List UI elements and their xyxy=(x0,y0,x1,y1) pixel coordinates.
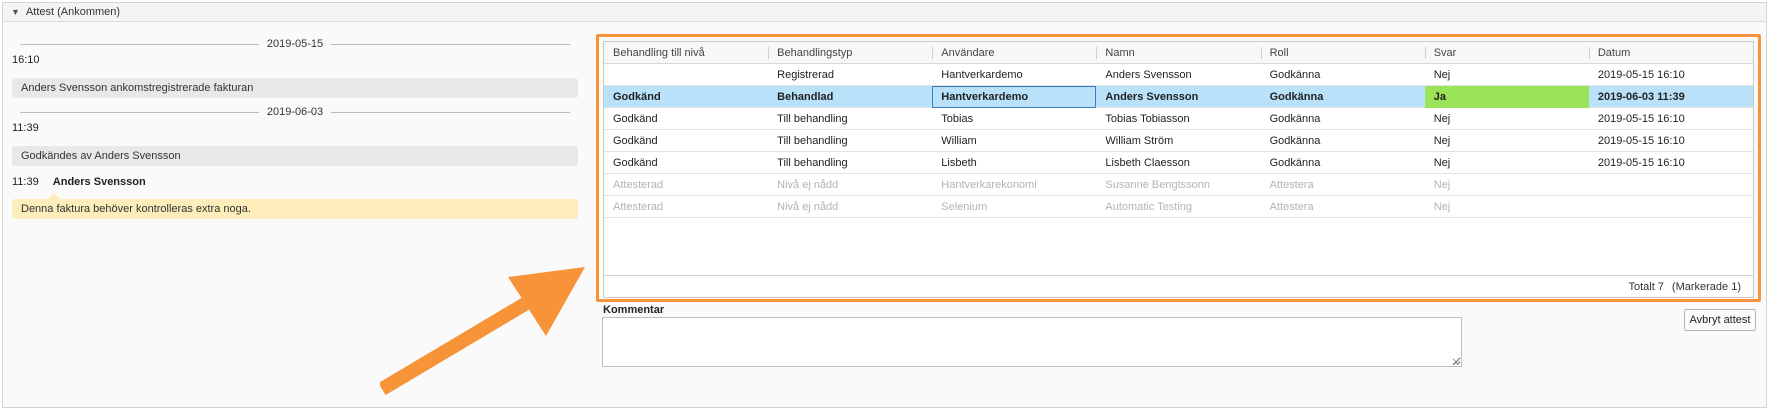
cell: Nivå ej nådd xyxy=(777,178,839,191)
comment-textarea[interactable] xyxy=(602,317,1462,367)
comment-author: Anders Svensson xyxy=(52,176,146,188)
approval-grid: Behandling till nivå Behandlingstyp Anvä… xyxy=(603,41,1754,298)
cell: Godkänd xyxy=(613,112,658,125)
cell: Attesterad xyxy=(613,178,664,191)
cell: William Ström xyxy=(1105,134,1174,147)
column-header[interactable]: Behandlingstyp xyxy=(768,42,932,63)
event-time: 16:10 xyxy=(12,54,40,66)
cell: Nej xyxy=(1433,178,1451,191)
cell: Anders Svensson xyxy=(1105,90,1199,103)
cell xyxy=(1589,196,1753,218)
cell xyxy=(1589,174,1753,196)
annotation-arrow-icon xyxy=(380,267,585,395)
cell: Automatic Testing xyxy=(1105,200,1193,213)
cell: Godkänd xyxy=(613,134,658,147)
cell: Registrerad xyxy=(777,68,834,81)
resize-grip-icon[interactable]: ⇲ xyxy=(1452,358,1460,366)
cell: Till behandling xyxy=(777,112,848,125)
comment-label: Kommentar xyxy=(603,304,665,316)
cell: Anders Svensson xyxy=(1105,68,1192,81)
column-header[interactable]: Namn xyxy=(1096,42,1260,63)
cell: Susanne Bengtssonn xyxy=(1105,178,1211,191)
cell: Till behandling xyxy=(777,134,848,147)
cell: 2019-05-15 16:10 xyxy=(1597,112,1685,125)
system-message: Anders Svensson ankomstregistrerade fakt… xyxy=(12,78,578,98)
chevron-down-icon[interactable]: ▼ xyxy=(11,7,20,17)
table-row[interactable]: Attesterad Nivå ej nådd Hantverkarekonom… xyxy=(604,174,1753,196)
column-header[interactable]: Roll xyxy=(1260,42,1425,63)
cell: Godkänna xyxy=(1269,156,1321,169)
cell: Nivå ej nådd xyxy=(777,200,839,213)
cell: Godkänna xyxy=(1269,112,1321,125)
cell: Hantverkarekonomi xyxy=(941,178,1037,191)
cell: Tobias xyxy=(941,112,974,125)
cell xyxy=(604,64,768,86)
cell: Nej xyxy=(1433,112,1451,125)
date-label: 2019-06-03 xyxy=(266,106,324,118)
answer-yes-cell: Ja xyxy=(1424,85,1589,108)
column-header[interactable]: Användare xyxy=(932,42,1096,63)
table-row[interactable]: Registrerad Hantverkardemo Anders Svenss… xyxy=(604,64,1753,86)
column-header[interactable]: Datum xyxy=(1588,42,1753,63)
table-row[interactable]: Godkänd Till behandling Tobias Tobias To… xyxy=(604,108,1753,130)
cell: Till behandling xyxy=(777,156,848,169)
cell: William xyxy=(941,134,977,147)
cell: 2019-05-15 16:10 xyxy=(1597,156,1685,169)
cell: Nej xyxy=(1433,134,1451,147)
cell: Tobias Tobiasson xyxy=(1105,112,1190,125)
table-row[interactable]: Godkänd Till behandling William William … xyxy=(604,130,1753,152)
panel-title: Attest (Ankommen) xyxy=(25,6,121,18)
cell: Godkänd xyxy=(613,156,658,169)
total-count: Totalt 7 xyxy=(1628,280,1664,293)
arrow-shaft xyxy=(380,294,534,395)
cell: Attestera xyxy=(1269,200,1314,213)
table-row[interactable]: Attesterad Nivå ej nådd Selenium Automat… xyxy=(604,196,1753,218)
comment-header: 11:39 Anders Svensson xyxy=(12,174,578,190)
cell: Godkänd xyxy=(613,90,661,103)
cancel-attest-button[interactable]: Avbryt attest xyxy=(1684,309,1756,331)
cell: Selenium xyxy=(941,200,988,213)
cell: Hantverkardemo xyxy=(941,68,1023,81)
date-separator: 2019-05-15 xyxy=(12,36,578,52)
comment-timeline: 2019-05-15 16:10 Anders Svensson ankomst… xyxy=(12,36,578,219)
column-header[interactable]: Behandling till nivå xyxy=(604,42,768,63)
event-time: 11:39 xyxy=(12,122,39,134)
grid-footer: Totalt 7 (Markerade 1) xyxy=(604,275,1753,297)
cell: Attestera xyxy=(1269,178,1314,191)
cell: 2019-05-15 16:10 xyxy=(1597,134,1685,147)
table-row-selected[interactable]: Godkänd Behandlad Hantverkardemo Anders … xyxy=(604,85,1753,108)
cell: Godkänna xyxy=(1269,68,1321,81)
table-row[interactable]: Godkänd Till behandling Lisbeth Lisbeth … xyxy=(604,152,1753,174)
comment-note: Denna faktura behöver kontrolleras extra… xyxy=(12,193,578,219)
focused-cell[interactable]: Hantverkardemo xyxy=(932,85,1097,108)
cell: Lisbeth Claesson xyxy=(1105,156,1190,169)
date-label: 2019-05-15 xyxy=(266,38,324,50)
system-message: Godkändes av Anders Svensson xyxy=(12,146,578,166)
cell: Lisbeth xyxy=(941,156,977,169)
cell: Behandlad xyxy=(777,90,834,103)
comment-time: 11:39 xyxy=(12,176,39,188)
cell: Nej xyxy=(1433,200,1451,213)
date-separator: 2019-06-03 xyxy=(12,104,578,120)
cell: Nej xyxy=(1433,68,1451,81)
panel-header[interactable]: ▼ Attest (Ankommen) xyxy=(3,3,1766,22)
column-header[interactable]: Svar xyxy=(1424,42,1589,63)
cell: Godkänna xyxy=(1269,90,1324,103)
selected-count: (Markerade 1) xyxy=(1671,280,1741,293)
cell: Godkänna xyxy=(1269,134,1321,147)
cell: Attesterad xyxy=(613,200,664,213)
cell: 2019-06-03 11:39 xyxy=(1597,90,1685,103)
cell: Nej xyxy=(1433,156,1451,169)
cell: 2019-05-15 16:10 xyxy=(1597,68,1685,81)
grid-header: Behandling till nivå Behandlingstyp Anvä… xyxy=(604,42,1753,64)
